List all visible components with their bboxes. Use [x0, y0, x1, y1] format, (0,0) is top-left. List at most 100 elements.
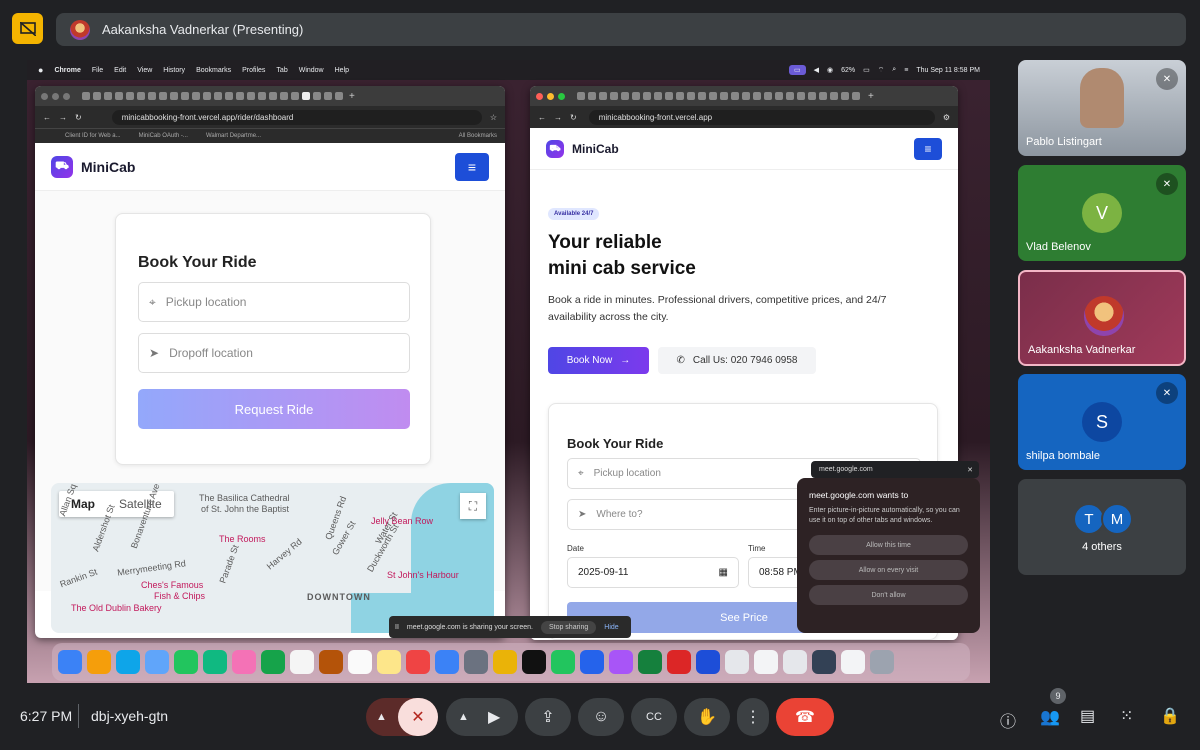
- pickup-input[interactable]: ⌖ Pickup location: [138, 282, 410, 322]
- camera-icon[interactable]: ▶: [488, 707, 500, 727]
- window-minimize-icon[interactable]: [547, 92, 554, 100]
- app-store-icon[interactable]: [435, 650, 459, 674]
- apple-menu-icon[interactable]: ●: [38, 65, 43, 75]
- settings-icon[interactable]: [464, 650, 488, 674]
- menu-app-name[interactable]: Chrome: [54, 67, 80, 74]
- document-icon[interactable]: [783, 650, 807, 674]
- raise-hand-icon[interactable]: ✋: [684, 698, 730, 736]
- participant-tile-speaking[interactable]: Aakanksha Vadnerkar: [1018, 270, 1186, 366]
- tab-favicons[interactable]: [82, 92, 343, 100]
- notes-icon[interactable]: [377, 650, 401, 674]
- map-poi[interactable]: Ches's Famous: [141, 580, 203, 590]
- presentation-icon[interactable]: [12, 13, 43, 44]
- captions-icon[interactable]: CC: [631, 698, 677, 736]
- bookmark-item[interactable]: Client ID for Web a...: [65, 133, 121, 139]
- facetime-icon[interactable]: [261, 650, 285, 674]
- launchpad-icon[interactable]: [87, 650, 111, 674]
- present-screen-icon[interactable]: ⇪: [525, 698, 571, 736]
- book-now-button[interactable]: Book Now →: [548, 347, 649, 374]
- window-zoom-icon[interactable]: [558, 92, 565, 100]
- volume-icon[interactable]: ◀: [814, 66, 819, 74]
- window-close-icon[interactable]: [536, 92, 543, 100]
- chevron-up-icon[interactable]: ▲: [376, 711, 387, 723]
- menu-history[interactable]: History: [163, 67, 185, 74]
- safari-icon[interactable]: [116, 650, 140, 674]
- activities-icon[interactable]: ⁙: [1120, 706, 1133, 726]
- participant-tile[interactable]: V ✕ Vlad Belenov: [1018, 165, 1186, 261]
- document-icon[interactable]: [841, 650, 865, 674]
- dropoff-input[interactable]: ➤ Dropoff location: [138, 333, 410, 373]
- end-call-icon[interactable]: ☎: [776, 698, 834, 736]
- info-icon[interactable]: ⓘ: [1000, 708, 1016, 732]
- finder-icon[interactable]: [58, 650, 82, 674]
- minicab-logo[interactable]: ⛟ MiniCab: [51, 155, 135, 178]
- url-field[interactable]: minicabbooking-front.vercel.app/rider/da…: [111, 109, 482, 125]
- mail-icon[interactable]: [145, 650, 169, 674]
- powerpoint-icon[interactable]: [667, 650, 691, 674]
- fullscreen-icon[interactable]: ⛶: [460, 493, 486, 519]
- window-zoom-icon[interactable]: [63, 92, 70, 100]
- search-icon[interactable]: ⌕: [892, 66, 896, 74]
- vscode-icon[interactable]: [580, 650, 604, 674]
- map-poi[interactable]: The Rooms: [219, 534, 266, 544]
- allow-once-button[interactable]: Allow this time: [809, 535, 968, 555]
- record-icon[interactable]: ◉: [827, 66, 833, 74]
- battery-icon[interactable]: ▭: [863, 66, 870, 74]
- reload-icon[interactable]: ↻: [75, 113, 82, 122]
- terminal-icon[interactable]: [522, 650, 546, 674]
- dont-allow-button[interactable]: Don't allow: [809, 585, 968, 605]
- host-controls-icon[interactable]: 🔒: [1160, 706, 1180, 726]
- chevron-up-icon[interactable]: ▲: [458, 711, 469, 723]
- trash-icon[interactable]: [870, 650, 894, 674]
- menu-edit[interactable]: Edit: [114, 67, 126, 74]
- more-options-icon[interactable]: ⋮: [737, 698, 769, 736]
- reminders-icon[interactable]: [348, 650, 372, 674]
- date-input[interactable]: 2025-09-11 ▦: [567, 557, 739, 588]
- slack-icon[interactable]: [609, 650, 633, 674]
- menu-profiles[interactable]: Profiles: [242, 67, 265, 74]
- back-icon[interactable]: ←: [43, 113, 51, 122]
- minicab-logo[interactable]: ⛟ MiniCab: [546, 139, 619, 158]
- chat-icon[interactable]: ▤: [1080, 706, 1095, 726]
- calendar-icon[interactable]: ▦: [719, 567, 728, 578]
- map-poi[interactable]: Jelly Bean Row: [371, 516, 433, 526]
- reload-icon[interactable]: ↻: [570, 113, 577, 122]
- others-tile[interactable]: T M 4 others: [1018, 479, 1186, 575]
- messages-icon[interactable]: [174, 650, 198, 674]
- menu-help[interactable]: Help: [335, 67, 349, 74]
- url-field[interactable]: minicabbooking-front.vercel.app: [588, 109, 935, 125]
- music-icon[interactable]: [406, 650, 430, 674]
- new-tab-icon[interactable]: +: [349, 91, 355, 102]
- photos-icon[interactable]: [232, 650, 256, 674]
- back-icon[interactable]: ←: [538, 113, 546, 122]
- stop-sharing-button[interactable]: Stop sharing: [540, 620, 597, 634]
- maps-icon[interactable]: [203, 650, 227, 674]
- participant-tile[interactable]: ✕ Pablo Listingart: [1018, 60, 1186, 156]
- star-icon[interactable]: ☆: [490, 113, 497, 122]
- window-minimize-icon[interactable]: [52, 92, 59, 100]
- menu-button[interactable]: ≡: [455, 152, 489, 181]
- chrome-icon[interactable]: [493, 650, 517, 674]
- people-icon[interactable]: 👥: [1040, 707, 1060, 727]
- menu-button[interactable]: ≡: [914, 137, 942, 160]
- calendar-icon[interactable]: [290, 650, 314, 674]
- menu-file[interactable]: File: [92, 67, 103, 74]
- document-icon[interactable]: [754, 650, 778, 674]
- menu-window[interactable]: Window: [299, 67, 324, 74]
- forward-icon[interactable]: →: [554, 113, 562, 122]
- word-icon[interactable]: [696, 650, 720, 674]
- pip-window-bar[interactable]: meet.google.com ✕: [811, 461, 979, 478]
- control-center-icon[interactable]: ≡: [904, 67, 908, 74]
- close-icon[interactable]: ✕: [967, 466, 979, 474]
- wifi-icon[interactable]: ⌔: [878, 66, 885, 75]
- menu-bookmarks[interactable]: Bookmarks: [196, 67, 231, 74]
- mic-off-icon[interactable]: ✕: [398, 698, 438, 736]
- all-bookmarks[interactable]: All Bookmarks: [459, 133, 505, 139]
- allow-every-visit-button[interactable]: Allow on every visit: [809, 560, 968, 580]
- forward-icon[interactable]: →: [59, 113, 67, 122]
- bookmark-item[interactable]: MiniCab OAuth -...: [139, 133, 188, 139]
- participant-tile[interactable]: S ✕ shilpa bombale: [1018, 374, 1186, 470]
- menu-tab[interactable]: Tab: [276, 67, 287, 74]
- emoji-icon[interactable]: ☺: [578, 698, 624, 736]
- extensions-icon[interactable]: ⚙: [943, 113, 950, 122]
